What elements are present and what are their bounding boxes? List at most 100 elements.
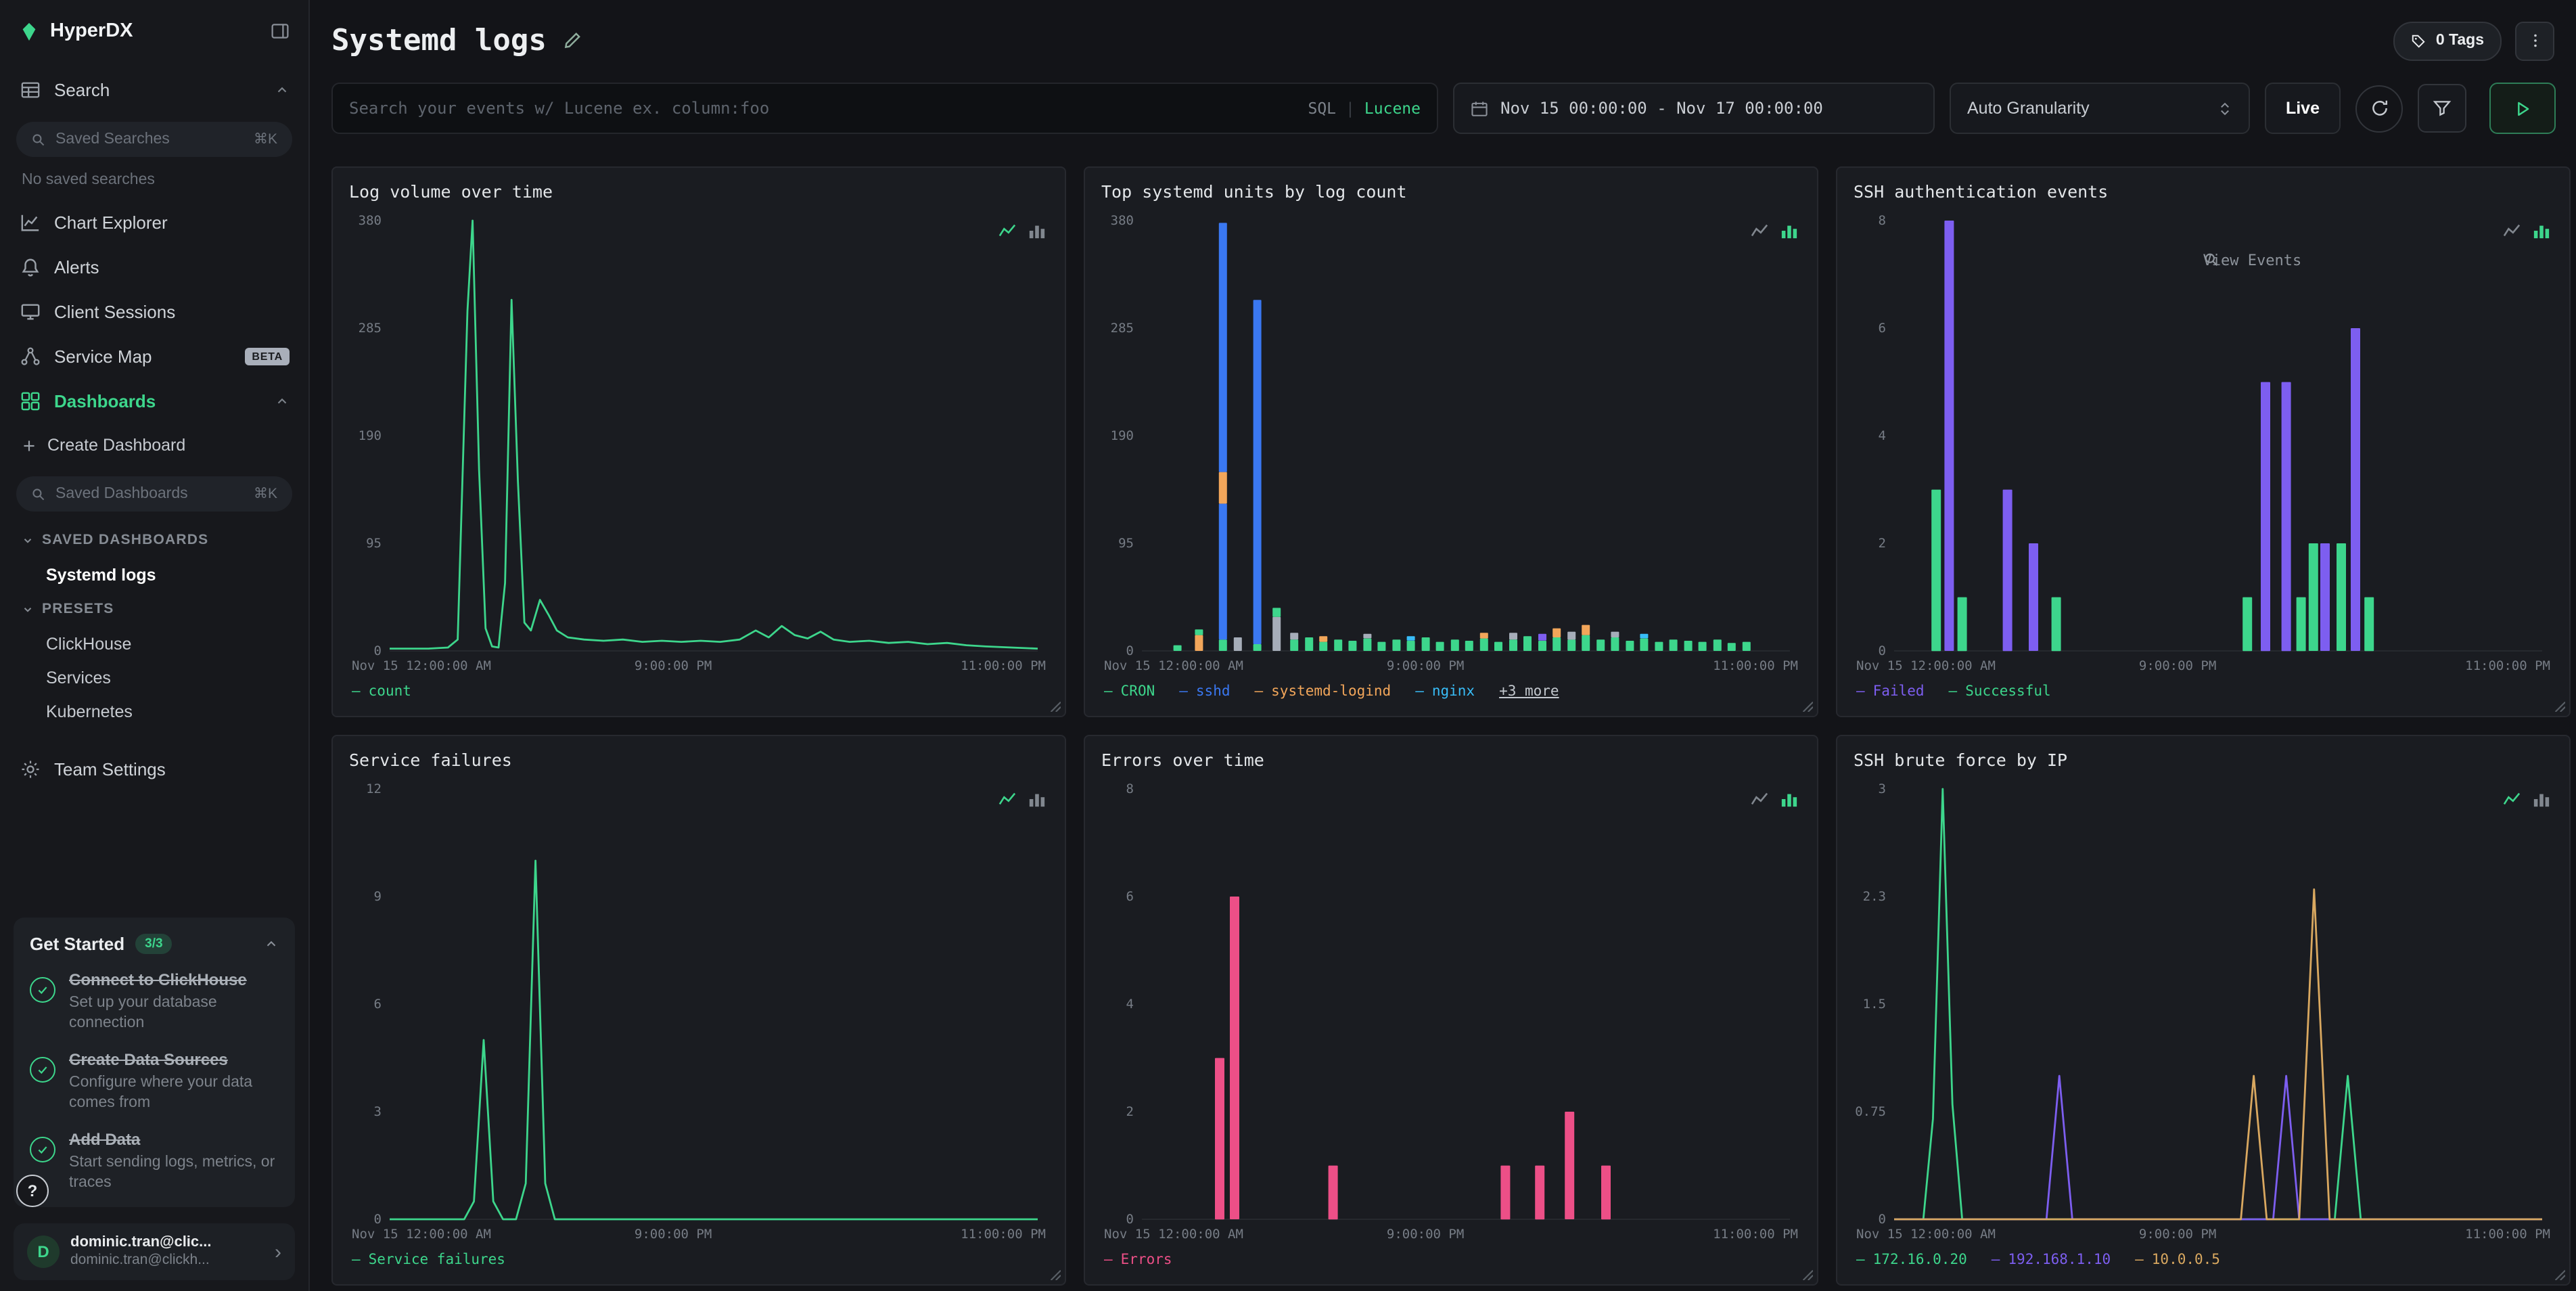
chart-legend: —Service failures bbox=[349, 1246, 1049, 1273]
legend-item[interactable]: —192.168.1.10 bbox=[1992, 1252, 2111, 1268]
section-presets[interactable]: PRESETS bbox=[0, 591, 308, 627]
help-button[interactable]: ? bbox=[16, 1175, 49, 1207]
resize-handle[interactable] bbox=[2553, 1268, 2565, 1280]
saved-dashboards-input[interactable]: Saved Dashboards ⌘K bbox=[16, 476, 292, 512]
chart-plot[interactable]: 02468Nov 15 12:00:00 AM9:00:00 PM11:00:0… bbox=[1101, 778, 1801, 1244]
sidebar-item-service-map[interactable]: Service Map BETA bbox=[0, 334, 308, 379]
refresh-button[interactable] bbox=[2355, 85, 2403, 132]
chart-plot[interactable]: 02468Nov 15 12:00:00 AM9:00:00 PM11:00:0… bbox=[1854, 210, 2553, 675]
sidebar-item-dashboards[interactable]: Dashboards bbox=[0, 379, 308, 424]
tags-button[interactable]: 0 Tags bbox=[2394, 21, 2502, 60]
svg-text:0: 0 bbox=[1879, 643, 1886, 658]
svg-text:2: 2 bbox=[1126, 1104, 1134, 1119]
lucene-toggle[interactable]: Lucene bbox=[1364, 99, 1421, 118]
bar-chart-icon[interactable] bbox=[1780, 790, 1798, 808]
sql-toggle[interactable]: SQL bbox=[1308, 99, 1336, 118]
preset-link-kubernetes[interactable]: Kubernetes bbox=[0, 694, 308, 728]
chart-plot[interactable]: 095190285380Nov 15 12:00:00 AM9:00:00 PM… bbox=[1101, 210, 1801, 675]
live-button[interactable]: Live bbox=[2265, 83, 2341, 134]
panel-title[interactable]: SSH brute force by IP bbox=[1854, 750, 2553, 770]
bar-chart-icon[interactable] bbox=[2533, 222, 2550, 240]
dashboard-link-systemd-logs[interactable]: Systemd logs bbox=[0, 558, 308, 591]
legend-item[interactable]: —systemd-logind bbox=[1255, 683, 1392, 700]
chart-line-icon bbox=[19, 212, 41, 233]
dashboard-menu-button[interactable] bbox=[2515, 21, 2554, 60]
resize-handle[interactable] bbox=[1801, 700, 1813, 712]
event-search-input[interactable]: Search your events w/ Lucene ex. column:… bbox=[331, 83, 1438, 134]
collapse-sidebar-icon[interactable] bbox=[271, 22, 290, 41]
bar-chart-icon[interactable] bbox=[1780, 222, 1798, 240]
sidebar-item-label: Chart Explorer bbox=[54, 212, 168, 233]
svg-text:11:00:00 PM: 11:00:00 PM bbox=[961, 658, 1046, 673]
create-dashboard-button[interactable]: Create Dashboard bbox=[0, 424, 308, 467]
line-chart-icon[interactable] bbox=[1751, 222, 1768, 240]
line-chart-icon[interactable] bbox=[2503, 790, 2521, 808]
chart-legend: —count bbox=[349, 678, 1049, 705]
svg-text:190: 190 bbox=[359, 428, 382, 443]
panel-errors: Errors over time 02468Nov 15 12:00:00 AM… bbox=[1084, 735, 1818, 1286]
panel-title[interactable]: SSH authentication events bbox=[1854, 181, 2553, 202]
get-started-item[interactable]: Create Data Sources Configure where your… bbox=[30, 1051, 279, 1114]
legend-item[interactable]: —172.16.0.20 bbox=[1856, 1252, 1967, 1268]
chart-plot[interactable]: 095190285380Nov 15 12:00:00 AM9:00:00 PM… bbox=[349, 210, 1049, 675]
saved-searches-input[interactable]: Saved Searches ⌘K bbox=[16, 122, 292, 157]
sidebar-item-search[interactable]: Search bbox=[0, 68, 308, 112]
chevron-up-icon bbox=[275, 394, 290, 409]
section-saved-dashboards[interactable]: SAVED DASHBOARDS bbox=[0, 522, 308, 558]
line-chart-icon[interactable] bbox=[998, 222, 1016, 240]
chart-plot[interactable]: 036912Nov 15 12:00:00 AM9:00:00 PM11:00:… bbox=[349, 778, 1049, 1244]
line-chart-icon[interactable] bbox=[2503, 222, 2521, 240]
get-started-item[interactable]: Add Data Start sending logs, metrics, or… bbox=[30, 1130, 279, 1194]
run-query-button[interactable] bbox=[2489, 83, 2556, 134]
panel-title[interactable]: Top systemd units by log count bbox=[1101, 181, 1801, 202]
legend-item[interactable]: —CRON bbox=[1104, 683, 1155, 700]
legend-item[interactable]: —Service failures bbox=[352, 1252, 505, 1268]
filter-button[interactable] bbox=[2418, 84, 2466, 133]
bar-chart-icon[interactable] bbox=[1028, 790, 1046, 808]
chart-plot[interactable]: 00.751.52.33Nov 15 12:00:00 AM9:00:00 PM… bbox=[1854, 778, 2553, 1244]
chevron-up-icon[interactable] bbox=[264, 937, 279, 952]
panel-title[interactable]: Errors over time bbox=[1101, 750, 1801, 770]
sidebar-item-client-sessions[interactable]: Client Sessions bbox=[0, 290, 308, 334]
legend-item[interactable]: —count bbox=[352, 683, 411, 700]
check-circle-icon bbox=[30, 1137, 55, 1162]
bar-chart-icon[interactable] bbox=[2533, 790, 2550, 808]
filter-bar: Search your events w/ Lucene ex. column:… bbox=[331, 83, 2571, 134]
tag-icon bbox=[2412, 33, 2426, 48]
legend-item[interactable]: —sshd bbox=[1179, 683, 1230, 700]
sidebar-item-team-settings[interactable]: Team Settings bbox=[0, 747, 308, 792]
granularity-select[interactable]: Auto Granularity bbox=[1950, 83, 2250, 134]
preset-link-services[interactable]: Services bbox=[0, 660, 308, 694]
resize-handle[interactable] bbox=[1801, 1268, 1813, 1280]
date-range-input[interactable]: Nov 15 00:00:00 - Nov 17 00:00:00 bbox=[1453, 83, 1935, 134]
resize-handle[interactable] bbox=[2553, 700, 2565, 712]
legend-item[interactable]: —Errors bbox=[1104, 1252, 1172, 1268]
legend-item[interactable]: —Successful bbox=[1949, 683, 2051, 700]
resize-handle[interactable] bbox=[1049, 700, 1061, 712]
view-events-button[interactable]: View Events bbox=[2203, 252, 2302, 269]
get-started-item-subtitle: Set up your database connection bbox=[69, 994, 279, 1035]
get-started-card: Get Started 3/3 Connect to ClickHouse Se… bbox=[14, 918, 295, 1207]
panel-title[interactable]: Service failures bbox=[349, 750, 1049, 770]
preset-link-clickhouse[interactable]: ClickHouse bbox=[0, 627, 308, 660]
sidebar-item-alerts[interactable]: Alerts bbox=[0, 245, 308, 290]
legend-item[interactable]: —10.0.0.5 bbox=[2135, 1252, 2220, 1268]
line-chart-icon[interactable] bbox=[1751, 790, 1768, 808]
resize-handle[interactable] bbox=[1049, 1268, 1061, 1280]
svg-text:285: 285 bbox=[1111, 321, 1134, 336]
get-started-item[interactable]: Connect to ClickHouse Set up your databa… bbox=[30, 971, 279, 1035]
bar-chart-icon[interactable] bbox=[1028, 222, 1046, 240]
chevron-right-icon: › bbox=[275, 1240, 281, 1263]
get-started-item-title: Create Data Sources bbox=[69, 1051, 279, 1071]
legend-item[interactable]: —nginx bbox=[1415, 683, 1475, 700]
edit-title-icon[interactable] bbox=[563, 31, 582, 50]
sidebar-item-label: Service Map bbox=[54, 346, 152, 367]
line-chart-icon[interactable] bbox=[998, 790, 1016, 808]
panel-title[interactable]: Log volume over time bbox=[349, 181, 1049, 202]
sidebar-item-chart-explorer[interactable]: Chart Explorer bbox=[0, 200, 308, 245]
svg-text:0.75: 0.75 bbox=[1855, 1104, 1886, 1119]
legend-item[interactable]: —Failed bbox=[1856, 683, 1925, 700]
user-menu[interactable]: D dominic.tran@clic... dominic.tran@clic… bbox=[14, 1223, 295, 1280]
svg-text:3: 3 bbox=[374, 1104, 382, 1119]
legend-item[interactable]: +3 more bbox=[1499, 683, 1559, 700]
